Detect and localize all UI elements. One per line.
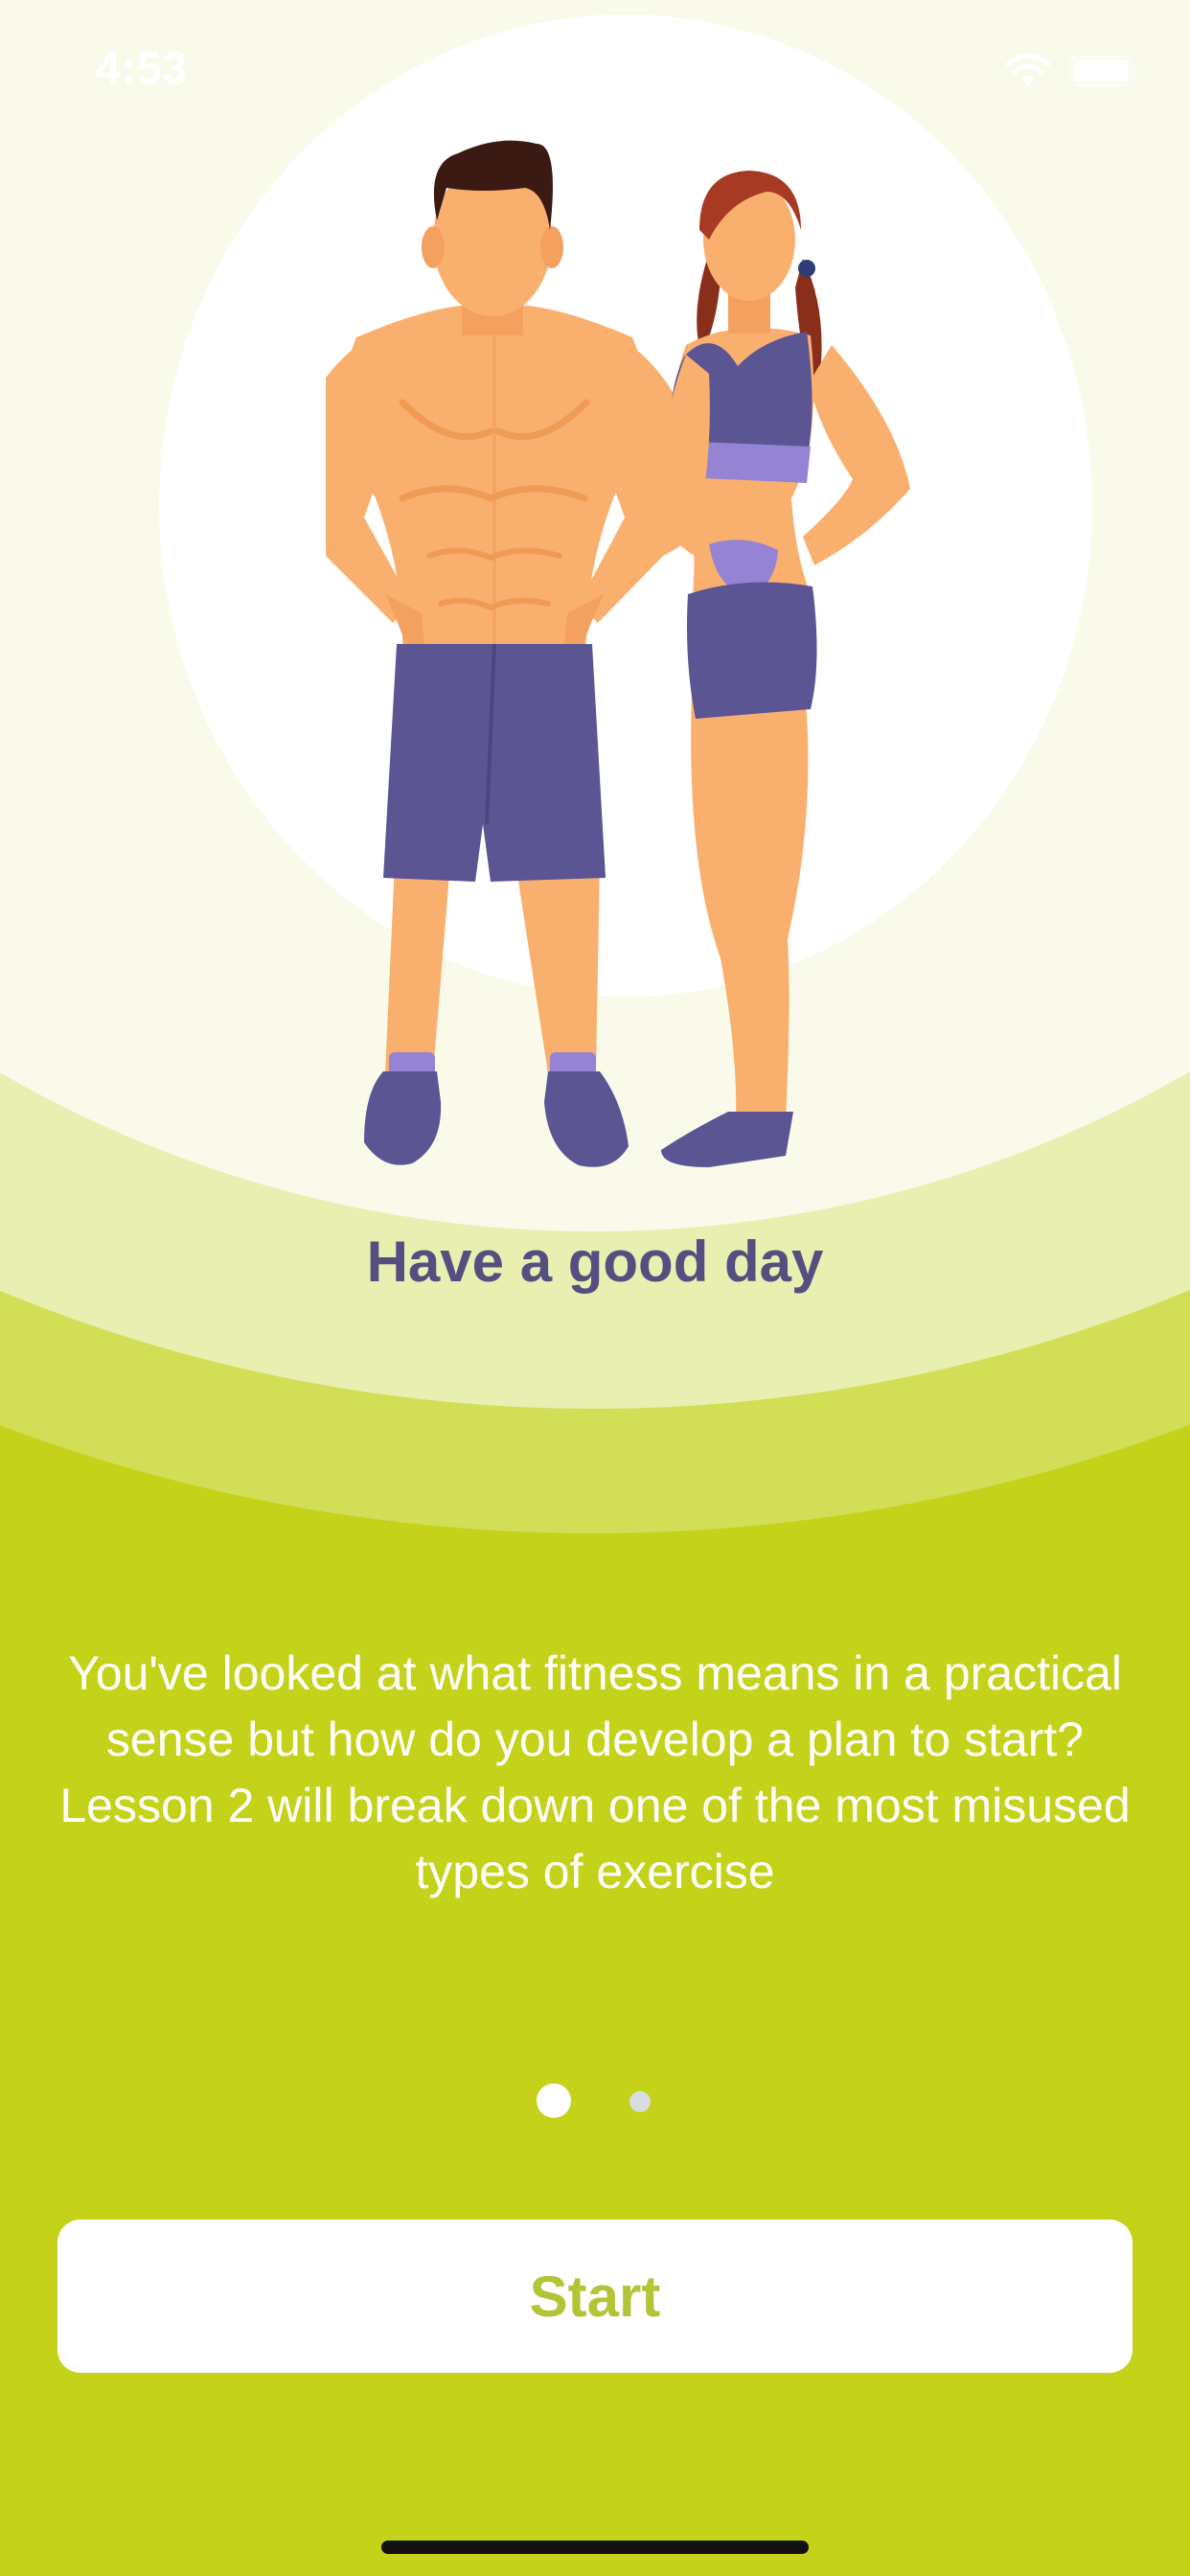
battery-icon xyxy=(1069,56,1137,86)
start-button[interactable]: Start xyxy=(57,2220,1133,2373)
woman-figure xyxy=(661,171,910,1167)
page-indicator[interactable] xyxy=(0,2082,1190,2120)
man-figure xyxy=(326,140,713,1167)
page-dot-inactive[interactable] xyxy=(629,2091,651,2112)
home-indicator[interactable] xyxy=(381,2541,809,2554)
onboarding-screen: 4:53 Have a good day You've looked at wh… xyxy=(0,0,1190,2576)
page-dot-active[interactable] xyxy=(537,2083,571,2118)
description-text: You've looked at what fitness means in a… xyxy=(59,1646,1131,1898)
status-time: 4:53 xyxy=(96,43,189,93)
fitness-couple-illustration xyxy=(326,140,910,1167)
status-bar: 4:53 xyxy=(0,0,1190,134)
headline: Have a good day xyxy=(366,1230,824,1294)
wifi-icon xyxy=(1005,54,1051,86)
